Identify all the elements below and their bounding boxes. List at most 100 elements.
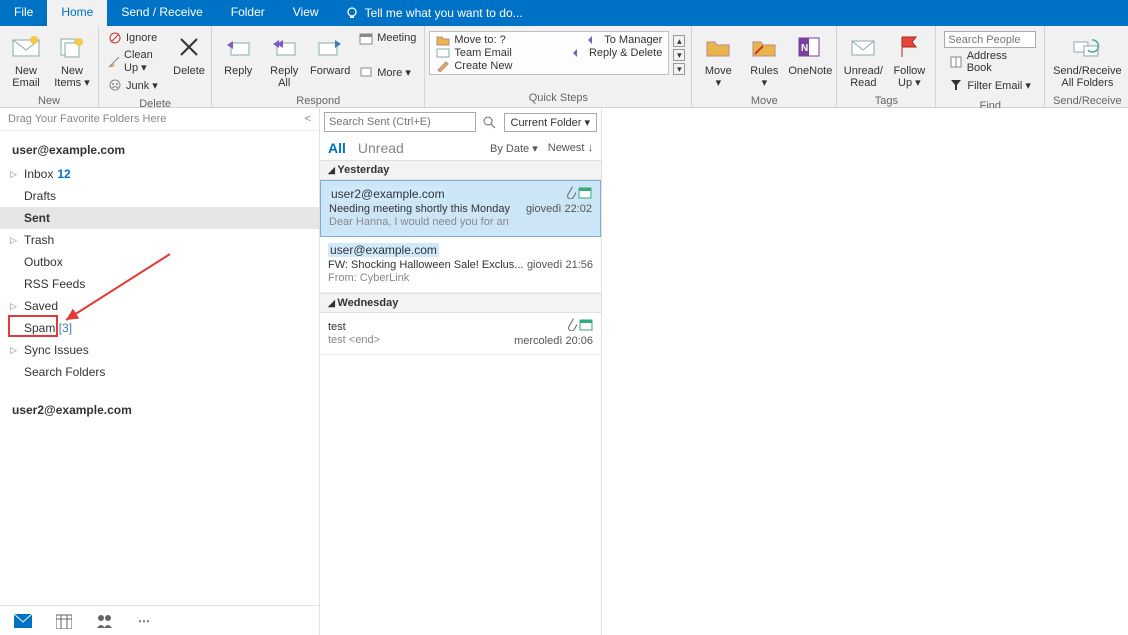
qs-teamemail[interactable]: Team Email (436, 47, 511, 59)
filteremail-button[interactable]: Filter Email ▾ (944, 76, 1036, 94)
new-items-icon (56, 31, 88, 63)
new-email-button[interactable]: New Email (4, 29, 48, 91)
folder-sync[interactable]: Sync Issues (0, 339, 319, 361)
message-time: giovedì 21:56 (527, 259, 593, 271)
reply-icon (571, 47, 585, 59)
quicksteps-scroll[interactable]: ▴ ▾ ▾ (671, 29, 687, 81)
tab-view[interactable]: View (279, 0, 333, 26)
group-find: Address Book Filter Email ▾ Find (936, 26, 1045, 107)
expand-icon[interactable]: ▾ (673, 63, 685, 75)
sort-newest[interactable]: Newest ↓ (548, 142, 593, 155)
chevron-down-icon[interactable]: ▾ (673, 49, 685, 61)
meeting-button[interactable]: Meeting (354, 29, 420, 47)
replyall-button[interactable]: Reply All (262, 29, 306, 91)
folder-spam[interactable]: Spam [3] (0, 317, 319, 339)
group-respond: Reply Reply All Forward Meeting More ▾ R… (212, 26, 425, 107)
folder-saved[interactable]: Saved (0, 295, 319, 317)
onenote-button[interactable]: NOneNote (788, 29, 832, 79)
folder-drafts[interactable]: Drafts (0, 185, 319, 207)
message-list-pane: Current Folder ▾ All Unread By Date ▾ Ne… (320, 108, 602, 635)
folder-inbox[interactable]: Inbox12 (0, 163, 319, 185)
forward-button[interactable]: Forward (308, 29, 352, 79)
followup-button[interactable]: Follow Up ▾ (887, 29, 931, 91)
group-delete: Ignore Clean Up ▾ Junk ▾ Delete Delete (99, 26, 212, 107)
tab-folder[interactable]: Folder (217, 0, 279, 26)
qs-tomanager[interactable]: To Manager (586, 34, 662, 46)
rules-icon (748, 31, 780, 63)
search-scope-dropdown[interactable]: Current Folder ▾ (504, 113, 598, 132)
move-button[interactable]: Move ▾ (696, 29, 740, 91)
book-icon (948, 54, 963, 70)
group-move: Move ▾ Rules ▾ NOneNote Move (692, 26, 837, 107)
folder-search[interactable]: Search Folders (0, 361, 319, 383)
message-item-1[interactable]: user2@example.com giovedì 22:02 Needing … (320, 180, 601, 237)
quicksteps-gallery[interactable]: Move to: ? To Manager Team Email Reply &… (429, 31, 669, 75)
funnel-icon (948, 77, 964, 93)
group-label-quicksteps: Quick Steps (425, 91, 691, 107)
search-mail-input[interactable] (324, 112, 476, 132)
message-item-2[interactable]: user@example.com giovedì 21:56 FW: Shock… (320, 237, 601, 293)
group-new: New Email New Items ▾ New (0, 26, 99, 107)
filter-unread[interactable]: Unread (358, 140, 404, 156)
envelope-icon (847, 31, 879, 63)
calendar-icon (579, 317, 593, 331)
message-from: user2@example.com (329, 187, 447, 201)
delete-button[interactable]: Delete (171, 29, 207, 79)
collapse-icon[interactable]: < (305, 113, 311, 125)
message-item-3[interactable]: mercoledì 20:06 test test <end> (320, 313, 601, 355)
tab-sendreceive[interactable]: Send / Receive (107, 0, 216, 26)
people-nav-icon[interactable] (96, 614, 114, 628)
calendar-nav-icon[interactable] (56, 613, 72, 629)
folder-sent[interactable]: Sent (0, 207, 319, 229)
tell-me-search[interactable]: Tell me what you want to do... (333, 0, 535, 26)
attachment-icon (565, 317, 577, 331)
qs-moveto[interactable]: Move to: ? (436, 34, 505, 46)
ignore-button[interactable]: Ignore (103, 29, 169, 47)
rules-button[interactable]: Rules ▾ (742, 29, 786, 91)
forward-icon (314, 31, 346, 63)
reply-icon (222, 31, 254, 63)
folder-rss[interactable]: RSS Feeds (0, 273, 319, 295)
junk-button[interactable]: Junk ▾ (103, 76, 169, 94)
qs-createnew[interactable]: Create New (436, 60, 662, 72)
folder-tree: user@example.com Inbox12 Drafts Sent Tra… (0, 131, 319, 605)
filter-all[interactable]: All (328, 140, 346, 156)
more-nav-icon[interactable]: ⋯ (138, 614, 150, 628)
message-from: user@example.com (328, 243, 439, 257)
tab-home[interactable]: Home (47, 0, 107, 26)
account-2[interactable]: user2@example.com (0, 397, 319, 423)
new-items-button[interactable]: New Items ▾ (50, 29, 94, 91)
date-group-yesterday[interactable]: Yesterday (320, 160, 601, 180)
folder-trash[interactable]: Trash (0, 229, 319, 251)
tab-file[interactable]: File (0, 0, 47, 26)
reply-button[interactable]: Reply (216, 29, 260, 79)
qs-replydelete[interactable]: Reply & Delete (571, 47, 662, 59)
cleanup-button[interactable]: Clean Up ▾ (103, 48, 169, 75)
favorites-prompt[interactable]: Drag Your Favorite Folders Here< (0, 108, 319, 131)
addressbook-button[interactable]: Address Book (944, 49, 1036, 75)
group-tags: Unread/ Read Follow Up ▾ Tags (837, 26, 936, 107)
replyall-icon (268, 31, 300, 63)
calendar-icon (578, 185, 592, 199)
search-people-input[interactable] (944, 31, 1036, 48)
search-icon[interactable] (482, 115, 496, 129)
account-1[interactable]: user@example.com (0, 137, 319, 163)
mail-icon (436, 47, 450, 59)
reply-icon (586, 34, 600, 46)
chevron-up-icon[interactable]: ▴ (673, 35, 685, 47)
folder-move-icon (702, 31, 734, 63)
folder-outbox[interactable]: Outbox (0, 251, 319, 273)
ribbon: New Email New Items ▾ New Ignore Clean U… (0, 26, 1128, 108)
sort-bydate[interactable]: By Date ▾ (490, 142, 538, 155)
date-group-wednesday[interactable]: Wednesday (320, 293, 601, 313)
message-time: mercoledì 20:06 (514, 335, 593, 347)
sendreceive-all-button[interactable]: Send/Receive All Folders (1049, 29, 1125, 91)
pencil-icon (436, 60, 450, 72)
unread-button[interactable]: Unread/ Read (841, 29, 885, 91)
attachment-icon (564, 185, 576, 199)
more-icon (358, 64, 374, 80)
nav-bar: ⋯ (0, 605, 319, 635)
message-preview: From: CyberLink (328, 272, 593, 284)
more-button[interactable]: More ▾ (354, 63, 420, 81)
mail-nav-icon[interactable] (14, 614, 32, 628)
